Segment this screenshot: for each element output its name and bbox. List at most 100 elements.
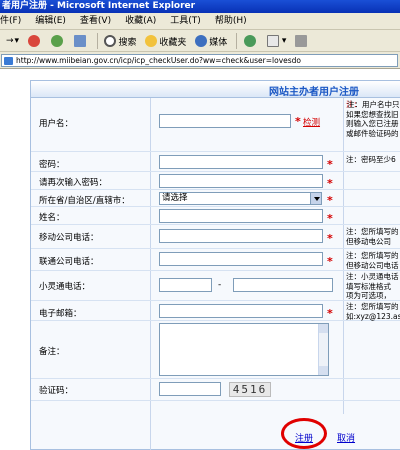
required-star: * bbox=[295, 115, 301, 128]
password-input[interactable] bbox=[159, 155, 323, 169]
back-button[interactable]: → ▾ bbox=[0, 30, 20, 51]
refresh-icon bbox=[50, 35, 63, 47]
captcha-input[interactable] bbox=[159, 382, 221, 396]
media-icon bbox=[195, 35, 208, 47]
required-star: * bbox=[327, 194, 333, 207]
required-star: * bbox=[327, 307, 333, 320]
unicom-input[interactable] bbox=[159, 252, 323, 266]
menu-help[interactable]: 帮助(H) bbox=[215, 13, 247, 29]
confirm-password-label: 请再次输入密码： bbox=[39, 178, 108, 188]
menu-bar: 件(F) 编辑(E) 查看(V) 收藏(A) 工具(T) 帮助(H) bbox=[0, 13, 400, 30]
toolbar-separator bbox=[236, 33, 238, 49]
username-row: 用户名： * 检测 注：注：用户名中只 如果您想查找旧 则输入您已注册 或邮件验… bbox=[31, 98, 400, 152]
back-arrow-icon bbox=[0, 35, 4, 47]
stop-icon bbox=[27, 35, 40, 47]
history-button[interactable] bbox=[244, 30, 258, 51]
menu-tools[interactable]: 工具(T) bbox=[170, 13, 201, 29]
registration-form: 网站主办者用户注册 用户名： * 检测 注：注：用户名中只 如果您想查找旧 则输… bbox=[30, 80, 400, 450]
check-username-link[interactable]: 检测 bbox=[303, 116, 320, 128]
email-row: 电子邮箱： * 注：您所填写的 如:xyz@123.as bbox=[31, 301, 400, 321]
menu-view[interactable]: 查看(V) bbox=[80, 13, 111, 29]
stop-button[interactable] bbox=[27, 30, 42, 51]
captcha-image: 4516 bbox=[229, 382, 271, 397]
cancel-button[interactable]: 取消 bbox=[337, 431, 355, 444]
remark-label: 备注： bbox=[39, 347, 65, 357]
textarea-scrollbar[interactable] bbox=[318, 324, 328, 375]
captcha-label: 验证码： bbox=[39, 386, 74, 396]
email-note-line: 如:xyz@123.as bbox=[346, 311, 400, 321]
username-label: 用户名： bbox=[39, 119, 74, 129]
name-row: 姓名： * bbox=[31, 207, 400, 225]
email-label: 电子邮箱： bbox=[39, 309, 82, 319]
phs-row: 小灵通电话： - 注：小灵通电话 填写标准格式 项为可选项， bbox=[31, 271, 400, 301]
province-selected: 请选择 bbox=[162, 193, 188, 203]
media-label: 媒体 bbox=[209, 37, 228, 48]
page-icon bbox=[4, 57, 13, 65]
address-input[interactable]: http://www.miibeian.gov.cn/icp/icp_check… bbox=[1, 54, 398, 67]
scroll-down-icon[interactable] bbox=[319, 366, 328, 375]
chevron-down-icon: ▾ bbox=[14, 36, 20, 46]
name-input[interactable] bbox=[159, 209, 323, 223]
search-button[interactable]: 搜索 bbox=[104, 30, 136, 51]
email-note: 注：您所填写的 如:xyz@123.as bbox=[346, 302, 400, 321]
unicom-note-line: 但移动公司电话 bbox=[346, 260, 399, 270]
remark-textarea[interactable] bbox=[159, 323, 329, 376]
menu-favorites[interactable]: 收藏(A) bbox=[125, 13, 156, 29]
unicom-label: 联通公司电话： bbox=[39, 257, 99, 267]
window-title-bar: 者用户注册 - Microsoft Internet Explorer bbox=[0, 0, 400, 13]
window-title: 者用户注册 - Microsoft Internet Explorer bbox=[2, 1, 196, 11]
menu-file[interactable]: 件(F) bbox=[0, 13, 21, 29]
confirm-password-row: 请再次输入密码： * bbox=[31, 172, 400, 190]
mobile-note-line: 但移动电公司 bbox=[346, 236, 391, 246]
username-note-line: 则输入您已注册 bbox=[346, 119, 399, 128]
username-note-line: 或邮件验证码的 bbox=[346, 128, 399, 138]
province-row: 所在省/自治区/直辖市： 请选择 * bbox=[31, 190, 400, 207]
phs-number-input[interactable] bbox=[233, 278, 333, 292]
dropdown-arrow-icon[interactable] bbox=[310, 193, 321, 204]
phs-note: 注：小灵通电话 填写标准格式 项为可选项， bbox=[346, 272, 399, 301]
toolbar: → ▾ 搜索 收藏夹 媒体 ▾ bbox=[0, 30, 400, 52]
required-star: * bbox=[327, 255, 333, 268]
phs-area-input[interactable] bbox=[159, 278, 212, 292]
mail-button[interactable]: ▾ bbox=[266, 30, 287, 51]
email-input[interactable] bbox=[159, 304, 323, 318]
home-icon bbox=[73, 35, 86, 47]
province-select[interactable]: 请选择 bbox=[159, 192, 322, 205]
mobile-label: 移动公司电话： bbox=[39, 233, 99, 243]
province-label: 所在省/自治区/直辖市： bbox=[39, 196, 130, 206]
form-title: 网站主办者用户注册 bbox=[269, 87, 359, 98]
print-icon bbox=[295, 35, 308, 47]
scroll-up-icon[interactable] bbox=[319, 324, 328, 333]
favorites-button[interactable]: 收藏夹 bbox=[145, 30, 187, 51]
unicom-note-line: 注：您所填写的 bbox=[346, 251, 399, 260]
required-star: * bbox=[327, 232, 333, 245]
address-bar: http://www.miibeian.gov.cn/icp/icp_check… bbox=[0, 52, 400, 69]
toolbar-separator bbox=[96, 33, 98, 49]
menu-edit[interactable]: 编辑(E) bbox=[35, 13, 66, 29]
star-icon bbox=[145, 35, 158, 47]
mobile-note-line: 注：您所填写的 bbox=[346, 227, 399, 236]
username-note-line: 如果您想查找旧 bbox=[346, 109, 399, 119]
form-header: 网站主办者用户注册 bbox=[31, 81, 400, 98]
history-icon bbox=[244, 35, 256, 47]
unicom-note: 注：您所填写的 但移动公司电话 bbox=[346, 251, 399, 270]
print-button[interactable] bbox=[295, 30, 309, 51]
mobile-note: 注：您所填写的 但移动电公司 bbox=[346, 227, 399, 246]
home-button[interactable] bbox=[73, 30, 88, 51]
phs-note-line: 填写标准格式 bbox=[346, 281, 391, 291]
phs-note-line: 注：小灵通电话 bbox=[346, 272, 399, 281]
media-button[interactable]: 媒体 bbox=[195, 30, 228, 51]
mobile-row: 移动公司电话： * 注：您所填写的 但移动电公司 bbox=[31, 225, 400, 249]
mobile-input[interactable] bbox=[159, 229, 323, 243]
required-star: * bbox=[327, 177, 333, 190]
refresh-button[interactable] bbox=[50, 30, 65, 51]
favorites-label: 收藏夹 bbox=[159, 37, 187, 48]
page-content: 网站主办者用户注册 用户名： * 检测 注：注：用户名中只 如果您想查找旧 则输… bbox=[0, 70, 400, 450]
chevron-down-icon: ▾ bbox=[281, 36, 287, 46]
mail-icon bbox=[266, 35, 279, 47]
confirm-password-input[interactable] bbox=[159, 174, 323, 188]
username-note-line: 注：用户名中只 bbox=[347, 100, 400, 109]
username-input[interactable] bbox=[159, 114, 291, 128]
phs-dash: - bbox=[218, 280, 222, 290]
phs-note-line: 项为可选项， bbox=[346, 291, 391, 300]
